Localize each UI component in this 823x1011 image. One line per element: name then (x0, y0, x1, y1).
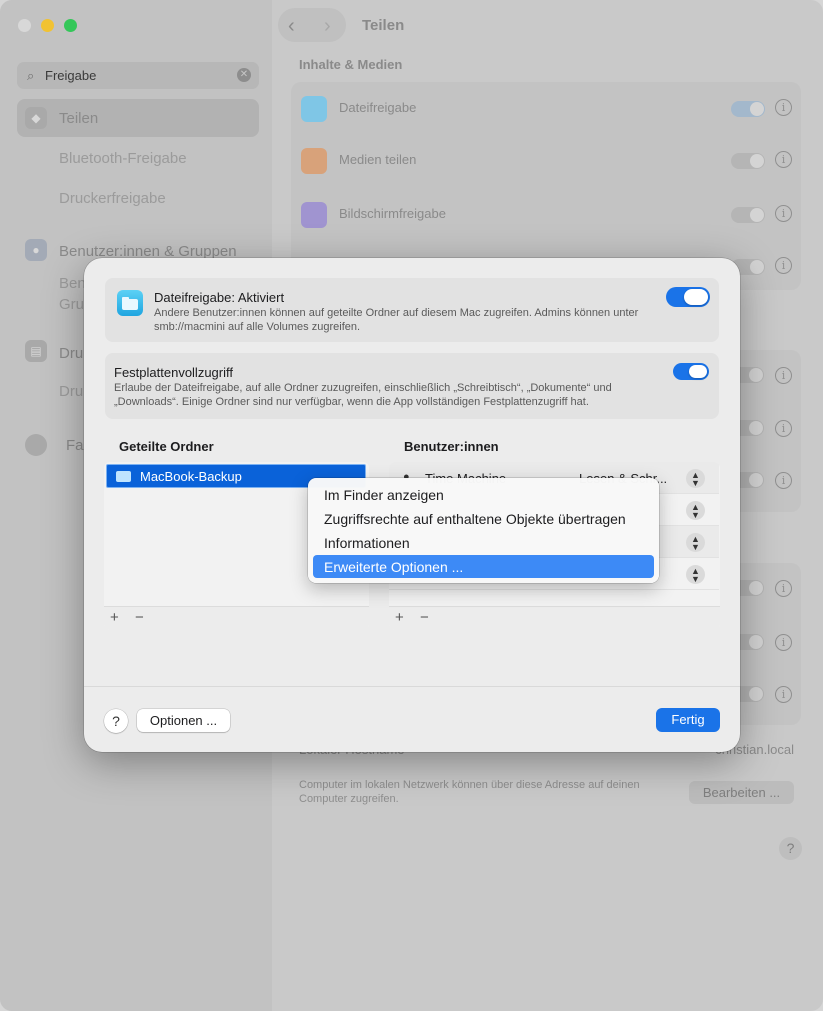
sidebar-item-label: Teilen (59, 110, 99, 127)
menu-item-show-in-finder[interactable]: Im Finder anzeigen (313, 483, 654, 506)
users-icon: ● (25, 239, 47, 261)
search-icon: ⌕ (27, 68, 35, 83)
file-sharing-description: Andere Benutzer:innen können auf geteilt… (154, 307, 639, 333)
file-sharing-toggle[interactable] (666, 287, 710, 307)
sidebar-item-partial[interactable]: Gru (59, 296, 84, 313)
permission-stepper-icon[interactable]: ▲ ▼ (686, 469, 705, 488)
permission-stepper-icon[interactable]: ▲ ▼ (686, 565, 705, 584)
list-footer: + − (389, 606, 720, 630)
row-bildschirmfreigabe[interactable]: Bildschirmfreigabe i (291, 188, 801, 240)
row-label: Bildschirmfreigabe (339, 206, 446, 221)
screen-share-icon (301, 202, 327, 228)
permission-stepper-icon[interactable]: ▲ ▼ (686, 533, 705, 552)
remove-folder-button[interactable]: − (135, 609, 144, 626)
sidebar-item-partial[interactable]: Dru (59, 383, 83, 400)
info-icon[interactable]: i (775, 472, 792, 489)
folder-icon (117, 290, 143, 316)
context-menu: Im Finder anzeigen Zugriffsrechte auf en… (308, 478, 659, 583)
edit-hostname-button[interactable]: Bearbeiten ... (689, 781, 794, 804)
bildschirmfreigabe-toggle[interactable] (731, 207, 765, 223)
info-icon[interactable]: i (775, 205, 792, 222)
hostname-description: Computer im lokalen Netzwerk können über… (299, 779, 640, 805)
help-button[interactable]: ? (104, 709, 128, 733)
media-icon (301, 148, 327, 174)
sidebar-item-label: Fa (66, 437, 84, 454)
row-dateifreigabe[interactable]: Dateifreigabe i (291, 82, 801, 134)
menu-item-label: Im Finder anzeigen (324, 487, 444, 503)
users-title: Benutzer:innen (404, 439, 499, 454)
sidebar-item-bluetooth-freigabe[interactable]: Bluetooth-Freigabe (59, 150, 187, 167)
info-icon[interactable]: i (775, 367, 792, 384)
info-icon[interactable]: i (775, 634, 792, 651)
shared-folders-title: Geteilte Ordner (119, 439, 214, 454)
info-icon[interactable]: i (775, 686, 792, 703)
menu-item-apply-permissions[interactable]: Zugriffsrechte auf enthaltene Objekte üb… (313, 507, 654, 530)
navigation-buttons: ‹ › (278, 8, 346, 42)
menu-item-label: Erweiterte Optionen ... (324, 559, 464, 575)
window-title: Teilen (362, 17, 405, 34)
row-label: Dateifreigabe (339, 100, 417, 115)
sidebar-item-label: Dru (59, 345, 84, 362)
family-avatar-icon (25, 434, 47, 456)
clear-search-icon[interactable]: ✕ (237, 68, 251, 82)
remove-user-button[interactable]: − (420, 609, 429, 626)
sidebar-item-partial[interactable]: Ben (59, 275, 86, 292)
printer-icon: ▤ (25, 340, 47, 362)
file-sharing-card: Dateifreigabe: Aktiviert Andere Benutzer… (105, 278, 719, 342)
zoom-window-button[interactable] (64, 19, 77, 32)
divider (84, 686, 740, 687)
info-icon[interactable]: i (775, 420, 792, 437)
done-button[interactable]: Fertig (656, 708, 720, 732)
minimize-window-button[interactable] (41, 19, 54, 32)
back-arrow-icon[interactable]: ‹ (288, 15, 295, 38)
add-folder-button[interactable]: + (110, 609, 119, 626)
permission-stepper-icon[interactable]: ▲ ▼ (686, 501, 705, 520)
menu-item-advanced-options[interactable]: Erweiterte Optionen ... (313, 555, 654, 578)
info-icon[interactable]: i (775, 257, 792, 274)
file-sharing-title: Dateifreigabe: Aktiviert (154, 290, 285, 305)
search-field[interactable]: ⌕ Freigabe ✕ (17, 62, 259, 89)
full-disk-access-title: Festplattenvollzugriff (114, 365, 233, 380)
full-disk-access-toggle[interactable] (673, 363, 709, 380)
section-title: Inhalte & Medien (299, 57, 403, 72)
menu-item-label: Zugriffsrechte auf enthaltene Objekte üb… (324, 511, 626, 527)
row-label: Medien teilen (339, 152, 417, 167)
folder-icon (116, 471, 131, 482)
full-disk-access-description: Erlaube der Dateifreigabe, auf alle Ordn… (114, 382, 612, 408)
share-icon: ◆ (25, 107, 47, 129)
list-footer: + − (104, 606, 369, 630)
dateifreigabe-toggle[interactable] (731, 101, 765, 117)
sidebar-item-druckerfreigabe[interactable]: Druckerfreigabe (59, 190, 166, 207)
search-input[interactable]: Freigabe (45, 68, 96, 83)
sidebar-item-teilen[interactable]: ◆ Teilen (17, 99, 259, 137)
close-window-button[interactable] (18, 19, 31, 32)
help-button[interactable]: ? (779, 837, 802, 860)
folder-icon (301, 96, 327, 122)
folder-name: MacBook-Backup (140, 469, 242, 484)
menu-item-get-info[interactable]: Informationen (313, 531, 654, 554)
medien-teilen-toggle[interactable] (731, 153, 765, 169)
options-button[interactable]: Optionen ... (137, 709, 230, 732)
full-disk-access-card: Festplattenvollzugriff Erlaube der Datei… (105, 353, 719, 419)
row-medien-teilen[interactable]: Medien teilen i (291, 134, 801, 186)
forward-arrow-icon[interactable]: › (324, 15, 331, 38)
add-user-button[interactable]: + (395, 609, 404, 626)
info-icon[interactable]: i (775, 99, 792, 116)
info-icon[interactable]: i (775, 151, 792, 168)
menu-item-label: Informationen (324, 535, 410, 551)
info-icon[interactable]: i (775, 580, 792, 597)
